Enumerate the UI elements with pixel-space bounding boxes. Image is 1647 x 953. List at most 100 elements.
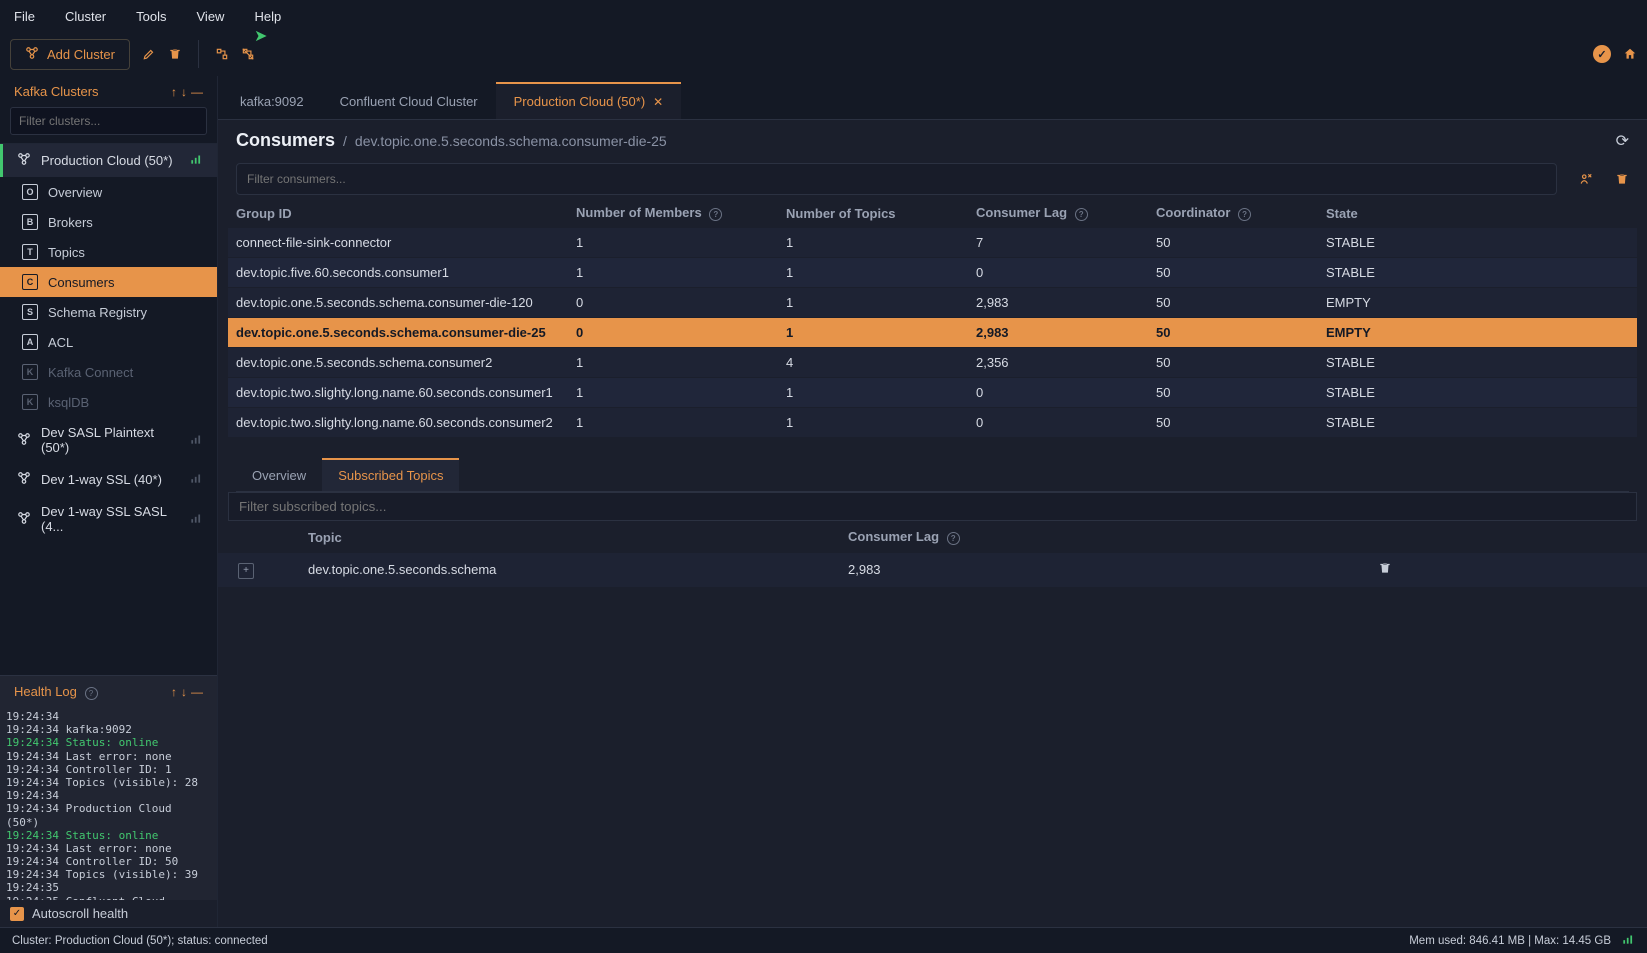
consumer-row[interactable]: dev.topic.one.5.seconds.schema.consumer2… xyxy=(228,348,1637,378)
consumer-row[interactable]: dev.topic.two.slighty.long.name.60.secon… xyxy=(228,378,1637,408)
delete-icon[interactable] xyxy=(168,47,182,61)
menu-tools[interactable]: Tools xyxy=(136,9,166,24)
clusters-list[interactable]: Production Cloud (50*) O OverviewB Broke… xyxy=(0,143,217,675)
cell-coordinator: 50 xyxy=(1156,235,1326,250)
help-icon[interactable]: ? xyxy=(1075,208,1088,221)
menu-cluster[interactable]: Cluster xyxy=(65,9,106,24)
cluster-item[interactable]: Production Cloud (50*) xyxy=(0,144,217,177)
subscribed-row[interactable]: + dev.topic.one.5.seconds.schema 2,983 xyxy=(218,553,1647,587)
cell-lag: 7 xyxy=(976,235,1156,250)
consumer-row[interactable]: dev.topic.two.slighty.long.name.60.secon… xyxy=(228,408,1637,438)
cluster-item[interactable]: Dev SASL Plaintext (50*) xyxy=(0,417,217,463)
sidebar-item-schema-registry[interactable]: S Schema Registry xyxy=(0,297,217,327)
status-bar: Cluster: Production Cloud (50*); status:… xyxy=(0,927,1647,953)
cell-group-id: dev.topic.one.5.seconds.schema.consumer-… xyxy=(236,325,576,340)
connect-icon[interactable] xyxy=(215,47,229,61)
col-lag[interactable]: Consumer Lag ? xyxy=(976,205,1156,221)
mass-actions-icon[interactable] xyxy=(1579,172,1593,186)
cell-group-id: dev.topic.five.60.seconds.consumer1 xyxy=(236,265,576,280)
help-icon[interactable]: ? xyxy=(1238,208,1251,221)
cluster-tab[interactable]: Production Cloud (50*)✕ xyxy=(496,82,682,119)
cluster-status-icon xyxy=(189,511,203,528)
cluster-tab[interactable]: Confluent Cloud Cluster xyxy=(322,82,496,119)
edit-icon[interactable] xyxy=(142,47,156,61)
cell-members: 1 xyxy=(576,355,786,370)
consumer-row[interactable]: connect-file-sink-connector 1 1 7 50 STA… xyxy=(228,228,1637,258)
cell-coordinator: 50 xyxy=(1156,385,1326,400)
col-state[interactable]: State xyxy=(1326,206,1436,221)
filter-subscribed-input[interactable] xyxy=(228,492,1637,521)
sidebar-item-consumers[interactable]: C Consumers xyxy=(0,267,217,297)
col-members[interactable]: Number of Members ? xyxy=(576,205,786,221)
scroll-up-icon[interactable]: ↑ xyxy=(171,685,177,699)
subtab-subscribed-topics[interactable]: Subscribed Topics xyxy=(322,458,459,491)
cell-state: EMPTY xyxy=(1326,325,1436,340)
help-icon[interactable]: ? xyxy=(947,532,960,545)
col-coordinator[interactable]: Coordinator ? xyxy=(1156,205,1326,221)
consumers-filter-row xyxy=(218,155,1647,195)
minimize-health-icon[interactable]: — xyxy=(191,685,203,699)
minimize-icon[interactable]: — xyxy=(191,85,203,99)
menu-bar: File Cluster Tools View Help xyxy=(0,0,1647,32)
menu-help[interactable]: Help xyxy=(254,9,281,24)
cell-state: STABLE xyxy=(1326,385,1436,400)
disconnect-icon[interactable] xyxy=(241,47,255,61)
cluster-item[interactable]: Dev 1-way SSL (40*) xyxy=(0,463,217,496)
col-consumer-lag[interactable]: Consumer Lag ? xyxy=(848,529,1378,545)
cell-lag: 2,983 xyxy=(976,295,1156,310)
filter-consumers-input[interactable] xyxy=(236,163,1557,195)
sidebar-item-acl[interactable]: A ACL xyxy=(0,327,217,357)
close-icon[interactable]: ✕ xyxy=(653,95,663,109)
cell-group-id: dev.topic.one.5.seconds.schema.consumer-… xyxy=(236,295,576,310)
consumer-row[interactable]: dev.topic.one.5.seconds.schema.consumer-… xyxy=(228,288,1637,318)
sort-up-icon[interactable]: ↑ xyxy=(171,85,177,99)
cell-group-id: dev.topic.one.5.seconds.schema.consumer2 xyxy=(236,355,576,370)
autoscroll-checkbox[interactable]: ✓ xyxy=(10,907,24,921)
consumer-row[interactable]: dev.topic.one.5.seconds.schema.consumer-… xyxy=(228,318,1637,348)
delete-topic-icon[interactable] xyxy=(1378,561,1392,575)
col-topics[interactable]: Number of Topics xyxy=(786,206,976,221)
refresh-icon[interactable]: ⟳ xyxy=(1616,131,1629,151)
section-letter-icon: O xyxy=(22,184,38,200)
tab-label: kafka:9092 xyxy=(240,94,304,109)
delete-consumer-icon[interactable] xyxy=(1615,172,1629,186)
cell-lag: 0 xyxy=(976,385,1156,400)
cell-coordinator: 50 xyxy=(1156,295,1326,310)
cluster-status-icon xyxy=(189,432,203,449)
cluster-tab[interactable]: kafka:9092 xyxy=(222,82,322,119)
cluster-icon xyxy=(17,432,31,449)
cluster-item[interactable]: Dev 1-way SSL SASL (4... xyxy=(0,496,217,542)
tab-label: Confluent Cloud Cluster xyxy=(340,94,478,109)
section-letter-icon: K xyxy=(22,394,38,410)
filter-clusters-input[interactable] xyxy=(10,107,207,135)
scroll-down-icon[interactable]: ↓ xyxy=(181,685,187,699)
breadcrumb-main: Consumers xyxy=(236,130,335,151)
sidebar: Kafka Clusters ↑ ↓ — Production Cloud (5… xyxy=(0,76,218,927)
col-topic[interactable]: Topic xyxy=(308,530,848,545)
expand-icon[interactable]: + xyxy=(238,563,254,579)
help-icon[interactable]: ? xyxy=(709,208,722,221)
consumer-row[interactable]: dev.topic.five.60.seconds.consumer1 1 1 … xyxy=(228,258,1637,288)
sidebar-item-overview[interactable]: O Overview xyxy=(0,177,217,207)
sort-down-icon[interactable]: ↓ xyxy=(181,85,187,99)
health-log-lines[interactable]: 19:24:3419:24:34 kafka:909219:24:34 Stat… xyxy=(0,708,217,900)
section-letter-icon: T xyxy=(22,244,38,260)
subtab-overview[interactable]: Overview xyxy=(236,458,322,491)
sidebar-item-label: ACL xyxy=(48,335,73,350)
cell-members: 0 xyxy=(576,295,786,310)
menu-view[interactable]: View xyxy=(197,9,225,24)
cluster-name: Production Cloud (50*) xyxy=(41,153,173,168)
help-icon[interactable]: ? xyxy=(85,687,98,700)
health-log-line: 19:24:34 kafka:9092 xyxy=(6,723,211,736)
sidebar-item-topics[interactable]: T Topics xyxy=(0,237,217,267)
sidebar-item-label: ksqlDB xyxy=(48,395,89,410)
add-cluster-button[interactable]: Add Cluster xyxy=(10,39,130,70)
home-icon[interactable] xyxy=(1623,47,1637,61)
cell-topics: 1 xyxy=(786,265,976,280)
menu-file[interactable]: File xyxy=(14,9,35,24)
cluster-status-icon xyxy=(189,152,203,169)
status-ok-badge[interactable]: ✓ xyxy=(1593,45,1611,63)
col-group-id[interactable]: Group ID xyxy=(236,206,576,221)
cell-members: 1 xyxy=(576,385,786,400)
sidebar-item-brokers[interactable]: B Brokers xyxy=(0,207,217,237)
